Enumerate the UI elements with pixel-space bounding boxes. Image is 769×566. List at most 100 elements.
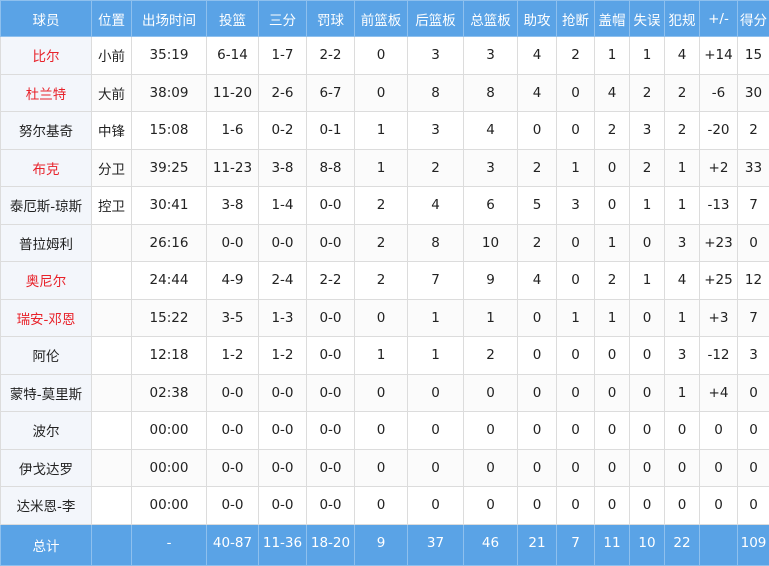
column-header[interactable]: 得分 (738, 1, 769, 37)
stat-cell: 7 (738, 187, 769, 225)
stat-cell: 12:18 (132, 337, 207, 375)
stat-cell: 2 (518, 149, 557, 187)
totals-cell: 7 (557, 524, 595, 565)
stat-cell: 7 (408, 262, 464, 300)
stat-cell: 30 (738, 74, 769, 112)
player-name[interactable]: 杜兰特 (1, 74, 92, 112)
stat-cell: 0 (630, 299, 665, 337)
stat-cell: 0 (630, 487, 665, 525)
column-header[interactable]: 投篮 (207, 1, 259, 37)
stat-cell: 26:16 (132, 224, 207, 262)
stat-cell: 小前 (92, 37, 132, 75)
stat-cell (92, 412, 132, 450)
player-name[interactable]: 瑞安-邓恩 (1, 299, 92, 337)
totals-cell: 22 (665, 524, 700, 565)
totals-cell: 37 (408, 524, 464, 565)
stat-cell: 2 (557, 37, 595, 75)
stat-cell: 2 (595, 262, 630, 300)
column-header[interactable]: 罚球 (307, 1, 355, 37)
table-row: 杜兰特大前38:0911-202-66-708840422-630 (1, 74, 769, 112)
stat-cell: 0-0 (207, 224, 259, 262)
player-name[interactable]: 比尔 (1, 37, 92, 75)
column-header[interactable]: 三分 (259, 1, 307, 37)
stat-cell: 7 (738, 299, 769, 337)
stat-cell: 0 (557, 374, 595, 412)
stat-cell: 2 (665, 112, 700, 150)
stat-cell: 0-2 (259, 112, 307, 150)
stat-cell (92, 374, 132, 412)
totals-cell: 21 (518, 524, 557, 565)
stat-cell: 0 (408, 412, 464, 450)
table-row: 泰厄斯-琼斯控卫30:413-81-40-024653011-137 (1, 187, 769, 225)
totals-cell (92, 524, 132, 565)
stat-cell: 0 (355, 412, 408, 450)
stat-cell: 6 (464, 187, 518, 225)
stat-cell: 0-0 (307, 187, 355, 225)
stat-cell: 控卫 (92, 187, 132, 225)
stat-cell: 0 (738, 487, 769, 525)
column-header[interactable]: 盖帽 (595, 1, 630, 37)
stat-cell: 4 (408, 187, 464, 225)
stat-cell: 0 (595, 412, 630, 450)
stat-cell: 1 (557, 149, 595, 187)
stat-cell: 0-0 (259, 449, 307, 487)
stat-cell: 0 (700, 487, 738, 525)
stat-cell: 0 (464, 374, 518, 412)
stat-cell: 0 (355, 37, 408, 75)
stat-cell: 0 (595, 374, 630, 412)
stat-cell: 0 (518, 112, 557, 150)
stat-cell: 1 (595, 299, 630, 337)
stat-cell: 1 (665, 374, 700, 412)
player-name[interactable]: 布克 (1, 149, 92, 187)
stat-cell: 6-14 (207, 37, 259, 75)
table-row: 蒙特-莫里斯02:380-00-00-000000001+40 (1, 374, 769, 412)
stat-cell: 0 (700, 412, 738, 450)
column-header[interactable]: 球员 (1, 1, 92, 37)
column-header[interactable]: 总篮板 (464, 1, 518, 37)
stat-cell: 0 (738, 449, 769, 487)
stat-cell: 1-2 (259, 337, 307, 375)
stat-cell: 0 (557, 337, 595, 375)
stat-cell: 0 (665, 487, 700, 525)
stat-cell: 4 (464, 112, 518, 150)
stat-cell: 0-0 (307, 412, 355, 450)
stat-cell: 3 (557, 187, 595, 225)
stat-cell: 4 (665, 37, 700, 75)
column-header[interactable]: 出场时间 (132, 1, 207, 37)
stat-cell: -6 (700, 74, 738, 112)
stat-cell: 1 (630, 262, 665, 300)
stat-cell: 4 (518, 262, 557, 300)
column-header[interactable]: +/- (700, 1, 738, 37)
player-name: 泰厄斯-琼斯 (1, 187, 92, 225)
stat-cell: 2 (464, 337, 518, 375)
stat-cell: -12 (700, 337, 738, 375)
stat-cell: 0-1 (307, 112, 355, 150)
stat-cell: 3 (665, 337, 700, 375)
player-rows: 比尔小前35:196-141-72-203342114+1415杜兰特大前38:… (1, 37, 769, 525)
stat-cell: 3 (738, 337, 769, 375)
stat-cell: 2 (595, 112, 630, 150)
stat-cell: 39:25 (132, 149, 207, 187)
stat-cell: 1 (595, 37, 630, 75)
stat-cell: 0 (557, 112, 595, 150)
stat-cell: 1 (630, 187, 665, 225)
table-row: 阿伦12:181-21-20-011200003-123 (1, 337, 769, 375)
column-header[interactable]: 前篮板 (355, 1, 408, 37)
column-header[interactable]: 助攻 (518, 1, 557, 37)
column-header[interactable]: 犯规 (665, 1, 700, 37)
column-header[interactable]: 后篮板 (408, 1, 464, 37)
stat-cell: 1 (630, 37, 665, 75)
table-row: 波尔00:000-00-00-00000000000 (1, 412, 769, 450)
stat-cell: 1 (665, 187, 700, 225)
stat-cell: 0 (630, 412, 665, 450)
stat-cell: 2-2 (307, 262, 355, 300)
stat-cell: 0 (595, 149, 630, 187)
column-header[interactable]: 位置 (92, 1, 132, 37)
column-header[interactable]: 失误 (630, 1, 665, 37)
stat-cell: 0 (557, 412, 595, 450)
column-header[interactable]: 抢断 (557, 1, 595, 37)
player-name: 普拉姆利 (1, 224, 92, 262)
stat-cell: 0 (408, 487, 464, 525)
player-name[interactable]: 奥尼尔 (1, 262, 92, 300)
stat-cell: 0 (464, 449, 518, 487)
